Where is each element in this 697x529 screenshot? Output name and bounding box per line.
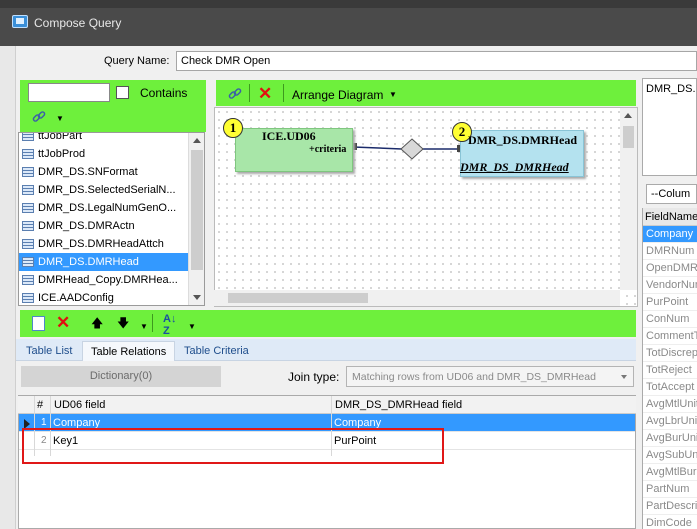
field-row[interactable]: AvgMtlBur: [643, 464, 697, 481]
scroll-thumb[interactable]: [228, 293, 368, 303]
relations-grid-header: [18, 396, 636, 414]
chevron-down-icon[interactable]: [621, 375, 627, 379]
relations-toolbar: [20, 310, 636, 337]
field-row[interactable]: ConNum: [643, 311, 697, 328]
tab-table-relations[interactable]: Table Relations: [82, 341, 176, 361]
col-header-left-field[interactable]: UD06 field: [54, 399, 105, 411]
selected-table-name: DMR_DS.D: [646, 83, 696, 95]
chevron-down-icon[interactable]: ▼: [188, 322, 196, 331]
field-row[interactable]: PartDescri: [643, 498, 697, 515]
field-row[interactable]: DimCode: [643, 515, 697, 529]
field-row[interactable]: DMRNum: [643, 243, 697, 260]
arrow-down-icon[interactable]: 🡇: [117, 314, 129, 335]
node-title: DMR_DS.DMRHead: [468, 133, 577, 147]
tab-table-list[interactable]: Table List: [18, 341, 80, 361]
join-type-select[interactable]: Matching rows from UD06 and DMR_DS_DMRHe…: [346, 366, 634, 387]
field-row[interactable]: VendorNum: [643, 277, 697, 294]
node-number-badge: 1: [223, 118, 243, 138]
row-number: 1: [41, 417, 47, 428]
node-alias: DMR_DS_DMRHead: [460, 160, 569, 174]
field-row[interactable]: AvgLbrUnit: [643, 413, 697, 430]
field-row[interactable]: Company: [643, 226, 697, 243]
field-row[interactable]: TotAccept: [643, 379, 697, 396]
arrow-up-icon[interactable]: 🡅: [91, 314, 103, 335]
sort-az-icon[interactable]: A↓ Z: [163, 313, 176, 337]
field-row[interactable]: TotReject: [643, 362, 697, 379]
diagram-vertical-scrollbar[interactable]: [620, 108, 637, 290]
scroll-up-icon[interactable]: [624, 113, 632, 118]
col-header-right-field[interactable]: DMR_DS_DMRHead field: [335, 399, 462, 411]
chevron-down-icon[interactable]: ▼: [140, 322, 148, 331]
tab-table-criteria[interactable]: Table Criteria: [176, 341, 257, 361]
join-diamond[interactable]: [400, 138, 424, 160]
field-row[interactable]: CommentT: [643, 328, 697, 345]
delete-icon[interactable]: ✕: [56, 313, 70, 333]
column-select[interactable]: --Colum: [646, 184, 697, 204]
field-row[interactable]: TotDiscrep: [643, 345, 697, 362]
selected-table-panel: DMR_DS.D: [642, 78, 697, 176]
field-row[interactable]: PurPoint: [643, 294, 697, 311]
col-header-num: #: [37, 399, 44, 411]
dictionary-button[interactable]: Dictionary(0): [21, 366, 221, 387]
field-row[interactable]: AvgSubUnit: [643, 447, 697, 464]
field-row[interactable]: AvgMtlUnit: [643, 396, 697, 413]
fieldname-header: FieldName: [643, 208, 697, 226]
field-row[interactable]: OpenDMR: [643, 260, 697, 277]
toolbar-separator: [152, 314, 153, 332]
join-type-label: Join type:: [288, 370, 340, 384]
new-document-icon[interactable]: [32, 316, 45, 331]
node-title: ICE.UD06: [262, 129, 316, 143]
diagram-horizontal-scrollbar[interactable]: [214, 290, 620, 306]
node-criteria-field: +criteria: [309, 144, 347, 155]
scroll-thumb[interactable]: [623, 126, 634, 148]
field-row[interactable]: PartNum: [643, 481, 697, 498]
field-grid[interactable]: FieldName Company DMRNum OpenDMR VendorN…: [642, 208, 697, 529]
field-row[interactable]: AvgBurUnit: [643, 430, 697, 447]
annotation-highlight-box: [22, 428, 444, 464]
